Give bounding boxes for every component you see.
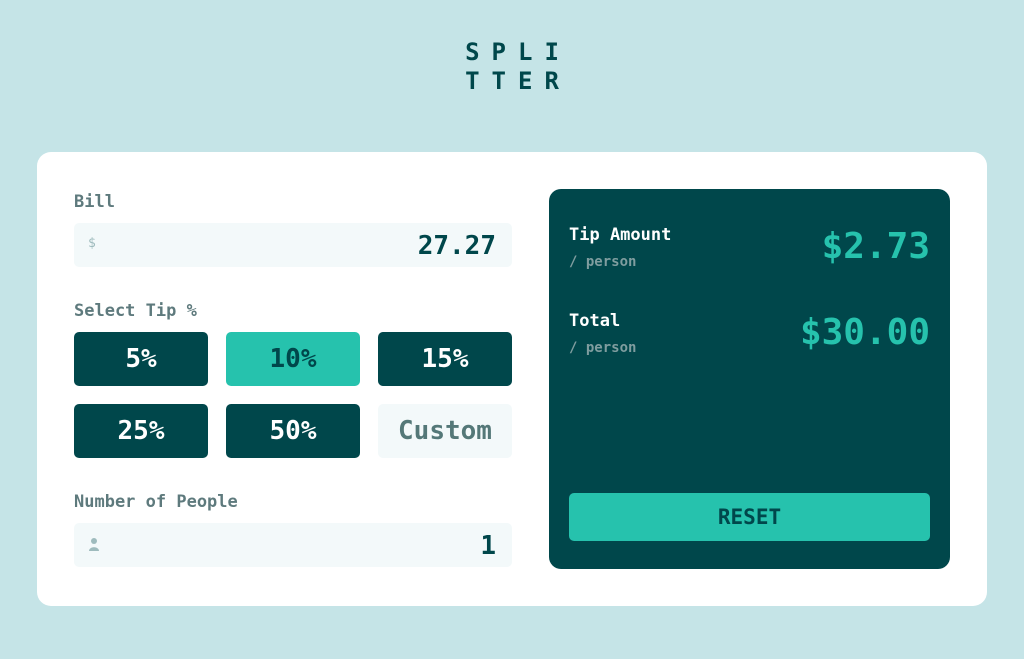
- total-value: $30.00: [799, 312, 930, 353]
- logo-line-1: SPLI: [465, 38, 571, 66]
- tip-button-25[interactable]: 25%: [74, 404, 208, 458]
- results-panel: Tip Amount / person $2.73 Total / person…: [549, 189, 950, 569]
- tip-amount-row: Tip Amount / person $2.73: [569, 225, 930, 281]
- people-value[interactable]: 1: [480, 531, 496, 561]
- tip-button-50[interactable]: 50%: [226, 404, 360, 458]
- select-tip-label: Select Tip %: [74, 301, 197, 321]
- tip-button-15[interactable]: 15%: [378, 332, 512, 386]
- tip-button-10[interactable]: 10%: [226, 332, 360, 386]
- app-logo: SPLI TTER: [0, 38, 1024, 96]
- tip-options: 5% 10% 15% 25% 50% Custom: [74, 332, 512, 458]
- person-icon: [88, 536, 100, 552]
- bill-label: Bill: [74, 192, 115, 212]
- people-label: Number of People: [74, 492, 238, 512]
- bill-input[interactable]: $ 27.27: [74, 223, 512, 267]
- calculator-card: Bill $ 27.27 Select Tip % 5% 10% 15% 25%…: [37, 152, 987, 606]
- dollar-icon: $: [88, 236, 96, 251]
- logo-line-2: TTER: [465, 67, 571, 95]
- custom-tip-input[interactable]: Custom: [378, 404, 512, 458]
- reset-button[interactable]: RESET: [569, 493, 930, 541]
- people-input[interactable]: 1: [74, 523, 512, 567]
- tip-amount-value: $2.73: [821, 226, 930, 267]
- tip-button-5[interactable]: 5%: [74, 332, 208, 386]
- input-panel: Bill $ 27.27 Select Tip % 5% 10% 15% 25%…: [74, 192, 512, 567]
- total-row: Total / person $30.00: [569, 311, 930, 367]
- bill-value[interactable]: 27.27: [418, 231, 496, 261]
